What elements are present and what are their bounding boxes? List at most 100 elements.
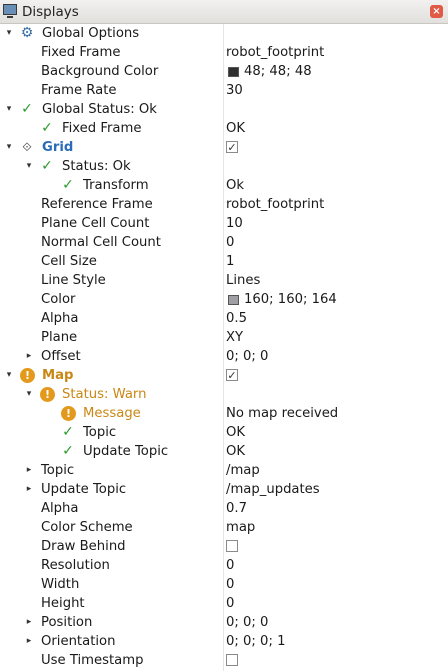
cell-size-row[interactable]: Cell Size 1	[0, 252, 448, 271]
update-topic-value[interactable]: /map_updates	[226, 480, 320, 499]
plane-cell-count-row[interactable]: Plane Cell Count 10	[0, 214, 448, 233]
width-value[interactable]: 0	[226, 575, 234, 594]
warning-icon: !	[40, 387, 55, 402]
plane-row[interactable]: Plane XY	[0, 328, 448, 347]
fixed-frame-row[interactable]: Fixed Frame robot_footprint	[0, 43, 448, 62]
expand-arrow-icon[interactable]: ▾	[24, 157, 34, 176]
resolution-row[interactable]: Resolution 0	[0, 556, 448, 575]
property-label: Width	[41, 577, 80, 592]
map-topic-row[interactable]: ▸ Topic /map	[0, 461, 448, 480]
property-label: Background Color	[41, 64, 159, 79]
grid-color-row[interactable]: Color 160; 160; 164	[0, 290, 448, 309]
line-style-row[interactable]: Line Style Lines	[0, 271, 448, 290]
offset-row[interactable]: ▸ Offset 0; 0; 0	[0, 347, 448, 366]
property-label: Alpha	[41, 311, 79, 326]
map-alpha-value[interactable]: 0.7	[226, 499, 247, 518]
orientation-value[interactable]: 0; 0; 0; 1	[226, 632, 285, 651]
line-style-value[interactable]: Lines	[226, 271, 260, 290]
panel-titlebar: Displays ×	[0, 0, 448, 24]
status-value: No map received	[226, 406, 339, 421]
map-status-row[interactable]: ▾ ! Status: Warn	[0, 385, 448, 404]
reference-frame-value[interactable]: robot_footprint	[226, 195, 324, 214]
height-value[interactable]: 0	[226, 594, 234, 613]
background-color-row[interactable]: Background Color 48; 48; 48	[0, 62, 448, 81]
background-color-value[interactable]: 48; 48; 48	[244, 62, 312, 81]
use-timestamp-checkbox[interactable]	[226, 654, 238, 666]
use-timestamp-row[interactable]: Use Timestamp	[0, 651, 448, 670]
expand-arrow-icon[interactable]: ▾	[4, 138, 14, 157]
plane-value[interactable]: XY	[226, 328, 243, 347]
cell-size-value[interactable]: 1	[226, 252, 234, 271]
property-label: Color	[41, 292, 76, 307]
position-value[interactable]: 0; 0; 0	[226, 613, 268, 632]
normal-cell-count-row[interactable]: Normal Cell Count 0	[0, 233, 448, 252]
resolution-value[interactable]: 0	[226, 556, 234, 575]
collapse-arrow-icon[interactable]: ▸	[24, 480, 34, 499]
map-status-update-topic-row[interactable]: ✓ Update Topic OK	[0, 442, 448, 461]
global-status-row[interactable]: ▾ ✓ Global Status: Ok	[0, 100, 448, 119]
checkmark-icon: ✓	[62, 443, 74, 459]
status-value: Ok	[226, 178, 245, 193]
property-label: Fixed Frame	[62, 121, 142, 136]
expand-arrow-icon[interactable]: ▾	[4, 100, 14, 119]
property-label: Normal Cell Count	[41, 235, 161, 250]
collapse-arrow-icon[interactable]: ▸	[24, 461, 34, 480]
offset-value[interactable]: 0; 0; 0	[226, 347, 268, 366]
reference-frame-row[interactable]: Reference Frame robot_footprint	[0, 195, 448, 214]
expand-arrow-icon[interactable]: ▾	[24, 385, 34, 404]
width-row[interactable]: Width 0	[0, 575, 448, 594]
draw-behind-row[interactable]: Draw Behind	[0, 537, 448, 556]
property-label: Offset	[41, 349, 81, 364]
grid-alpha-row[interactable]: Alpha 0.5	[0, 309, 448, 328]
map-display-row[interactable]: ▾ ! Map ✓	[0, 366, 448, 385]
plane-cell-count-value[interactable]: 10	[226, 214, 243, 233]
status-value: OK	[226, 425, 246, 440]
map-status-topic-row[interactable]: ✓ Topic OK	[0, 423, 448, 442]
grid-alpha-value[interactable]: 0.5	[226, 309, 247, 328]
fixed-frame-value[interactable]: robot_footprint	[226, 43, 324, 62]
grid-status-row[interactable]: ▾ ✓ Status: Ok	[0, 157, 448, 176]
color-scheme-value[interactable]: map	[226, 518, 255, 537]
global-options-row[interactable]: ▾ ⚙ Global Options	[0, 24, 448, 43]
property-label: Transform	[83, 178, 149, 193]
frame-rate-value[interactable]: 30	[226, 81, 243, 100]
draw-behind-checkbox[interactable]	[226, 540, 238, 552]
gear-icon: ⚙	[20, 25, 34, 41]
collapse-arrow-icon[interactable]: ▸	[24, 632, 34, 651]
expand-arrow-icon[interactable]: ▾	[4, 366, 14, 385]
collapse-arrow-icon[interactable]: ▸	[24, 347, 34, 366]
property-label: Orientation	[41, 634, 116, 649]
close-icon[interactable]: ×	[430, 5, 443, 18]
topic-value[interactable]: /map	[226, 461, 260, 480]
checkmark-icon: ✓	[62, 424, 74, 440]
map-update-topic-row[interactable]: ▸ Update Topic /map_updates	[0, 480, 448, 499]
grid-color-value[interactable]: 160; 160; 164	[244, 290, 337, 309]
grid-enabled-checkbox[interactable]: ✓	[226, 141, 238, 153]
grid-icon: ⟐	[22, 140, 32, 154]
property-label: Position	[41, 615, 93, 630]
grid-status-label: Status: Ok	[62, 159, 131, 174]
color-swatch[interactable]	[228, 295, 239, 305]
collapse-arrow-icon[interactable]: ▸	[24, 613, 34, 632]
map-label: Map	[42, 368, 74, 383]
displays-tree: ▾ ⚙ Global Options Fixed Frame robot_foo…	[0, 24, 448, 670]
property-label: Topic	[83, 425, 117, 440]
map-alpha-row[interactable]: Alpha 0.7	[0, 499, 448, 518]
property-label: Cell Size	[41, 254, 97, 269]
map-message-row[interactable]: ! Message No map received	[0, 404, 448, 423]
global-status-fixed-frame-row[interactable]: ✓ Fixed Frame OK	[0, 119, 448, 138]
map-status-label: Status: Warn	[62, 387, 147, 402]
position-row[interactable]: ▸ Position 0; 0; 0	[0, 613, 448, 632]
grid-display-row[interactable]: ▾ ⟐ Grid ✓	[0, 138, 448, 157]
checkmark-icon: ✓	[62, 177, 74, 193]
normal-cell-count-value[interactable]: 0	[226, 233, 234, 252]
grid-transform-row[interactable]: ✓ Transform Ok	[0, 176, 448, 195]
color-scheme-row[interactable]: Color Scheme map	[0, 518, 448, 537]
expand-arrow-icon[interactable]: ▾	[4, 24, 14, 43]
height-row[interactable]: Height 0	[0, 594, 448, 613]
frame-rate-row[interactable]: Frame Rate 30	[0, 81, 448, 100]
color-swatch[interactable]	[228, 67, 239, 77]
map-enabled-checkbox[interactable]: ✓	[226, 369, 238, 381]
property-label: Update Topic	[41, 482, 127, 497]
orientation-row[interactable]: ▸ Orientation 0; 0; 0; 1	[0, 632, 448, 651]
